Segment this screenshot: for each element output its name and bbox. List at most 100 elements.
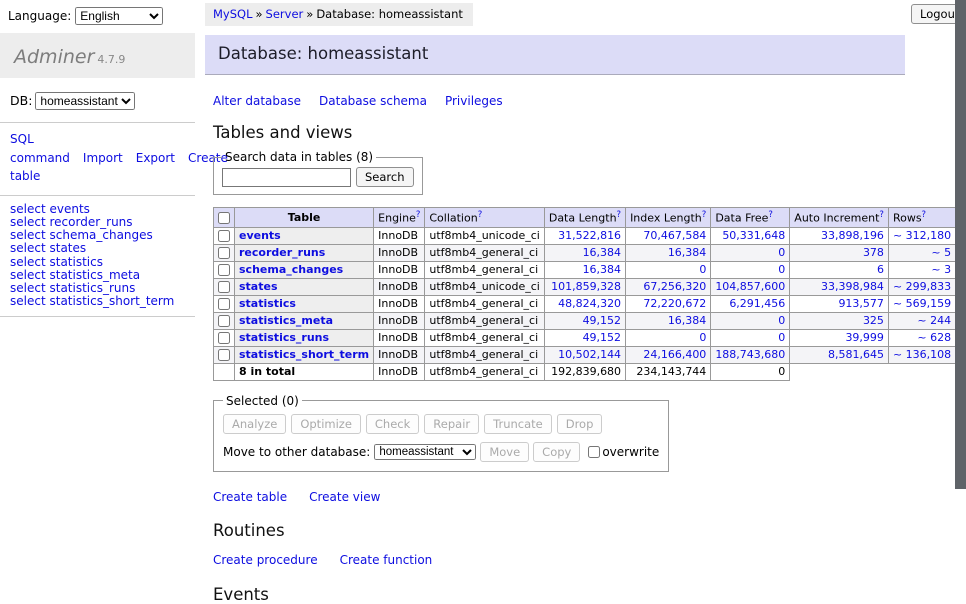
truncate-button[interactable]: Truncate <box>484 414 552 434</box>
auto-increment-link[interactable]: 378 <box>863 246 884 259</box>
auto-increment-link[interactable]: 39,999 <box>845 331 884 344</box>
data-length-link[interactable]: 10,502,144 <box>558 348 621 361</box>
sidebar-table-link-statistics_runs[interactable]: statistics_runs <box>49 281 135 295</box>
overwrite-checkbox[interactable] <box>588 446 600 458</box>
help-icon[interactable]: ? <box>879 210 884 220</box>
help-icon[interactable]: ? <box>702 210 707 220</box>
table-link-recorder_runs[interactable]: recorder_runs <box>239 246 325 259</box>
data-free-link[interactable]: 0 <box>778 331 785 344</box>
auto-increment-link[interactable]: 6 <box>877 263 884 276</box>
row-checkbox-statistics_runs[interactable] <box>218 332 230 344</box>
table-link-events[interactable]: events <box>239 229 281 242</box>
select-link[interactable]: select <box>10 215 46 229</box>
scrollbar[interactable] <box>955 0 966 543</box>
auto-increment-link[interactable]: 33,898,196 <box>821 229 884 242</box>
row-checkbox-schema_changes[interactable] <box>218 264 230 276</box>
data-free-link[interactable]: 50,331,648 <box>722 229 785 242</box>
sidebar-table-link-events[interactable]: events <box>49 202 89 216</box>
select-link[interactable]: select <box>10 268 46 282</box>
select-link[interactable]: select <box>10 294 46 308</box>
select-link[interactable]: select <box>10 202 46 216</box>
auto-increment-link[interactable]: 325 <box>863 314 884 327</box>
language-select[interactable]: English <box>75 7 163 25</box>
index-length-link[interactable]: 67,256,320 <box>643 280 706 293</box>
analyze-button[interactable]: Analyze <box>223 414 286 434</box>
auto-increment-link[interactable]: 8,581,645 <box>828 348 884 361</box>
rows-link[interactable]: ~ 136,108 <box>893 348 951 361</box>
row-checkbox-states[interactable] <box>218 281 230 293</box>
table-link-states[interactable]: states <box>239 280 278 293</box>
rows-link[interactable]: ~ 244 <box>917 314 951 327</box>
index-length-link[interactable]: 16,384 <box>668 246 707 259</box>
repair-button[interactable]: Repair <box>424 414 479 434</box>
help-icon[interactable]: ? <box>768 210 773 220</box>
data-length-link[interactable]: 16,384 <box>583 263 622 276</box>
sidebar-action-import[interactable]: Import <box>83 151 123 165</box>
data-free-link[interactable]: 0 <box>778 314 785 327</box>
index-length-link[interactable]: 0 <box>699 263 706 276</box>
table-link-statistics_meta[interactable]: statistics_meta <box>239 314 333 327</box>
breadcrumb-server[interactable]: Server <box>266 7 304 21</box>
data-free-link[interactable]: 188,743,680 <box>715 348 785 361</box>
sidebar-table-link-schema_changes[interactable]: schema_changes <box>49 228 152 242</box>
data-length-link[interactable]: 16,384 <box>583 246 622 259</box>
auto-increment-link[interactable]: 33,398,984 <box>821 280 884 293</box>
data-free-link[interactable]: 6,291,456 <box>729 297 785 310</box>
select-all-checkbox[interactable] <box>218 212 230 224</box>
row-checkbox-statistics[interactable] <box>218 298 230 310</box>
help-icon[interactable]: ? <box>617 210 622 220</box>
help-icon[interactable]: ? <box>922 210 927 220</box>
create-procedure-link[interactable]: Create procedure <box>213 553 318 567</box>
data-length-link[interactable]: 48,824,320 <box>558 297 621 310</box>
index-length-link[interactable]: 24,166,400 <box>643 348 706 361</box>
rows-link[interactable]: ~ 299,833 <box>893 280 951 293</box>
help-icon[interactable]: ? <box>478 210 483 220</box>
data-length-link[interactable]: 101,859,328 <box>551 280 621 293</box>
sidebar-table-link-states[interactable]: states <box>49 241 86 255</box>
select-link[interactable]: select <box>10 228 46 242</box>
check-button[interactable]: Check <box>366 414 419 434</box>
row-checkbox-statistics_short_term[interactable] <box>218 349 230 361</box>
search-button[interactable]: Search <box>356 167 414 187</box>
index-length-link[interactable]: 0 <box>699 331 706 344</box>
select-link[interactable]: select <box>10 241 46 255</box>
table-link-statistics[interactable]: statistics <box>239 297 296 310</box>
data-length-link[interactable]: 49,152 <box>583 331 622 344</box>
copy-button[interactable]: Copy <box>533 442 580 462</box>
drop-button[interactable]: Drop <box>557 414 603 434</box>
index-length-link[interactable]: 70,467,584 <box>643 229 706 242</box>
sidebar-table-link-statistics_meta[interactable]: statistics_meta <box>49 268 140 282</box>
index-length-link[interactable]: 16,384 <box>668 314 707 327</box>
sidebar-action-sql-command[interactable]: SQL command <box>10 132 70 165</box>
row-checkbox-recorder_runs[interactable] <box>218 247 230 259</box>
table-link-statistics_short_term[interactable]: statistics_short_term <box>239 348 369 361</box>
help-icon[interactable]: ? <box>416 210 421 220</box>
adminer-logo-text[interactable]: Adminer <box>14 46 94 68</box>
breadcrumb-mysql[interactable]: MySQL <box>213 7 253 21</box>
optimize-button[interactable]: Optimize <box>291 414 361 434</box>
data-length-link[interactable]: 49,152 <box>583 314 622 327</box>
create-view-link[interactable]: Create view <box>309 490 380 504</box>
data-length-link[interactable]: 31,522,816 <box>558 229 621 242</box>
create-table-link[interactable]: Create table <box>213 490 287 504</box>
rows-link[interactable]: ~ 628 <box>917 331 951 344</box>
row-checkbox-statistics_meta[interactable] <box>218 315 230 327</box>
select-link[interactable]: select <box>10 255 46 269</box>
alter-database-link[interactable]: Alter database <box>213 94 301 108</box>
data-free-link[interactable]: 0 <box>778 246 785 259</box>
sidebar-table-link-recorder_runs[interactable]: recorder_runs <box>49 215 132 229</box>
row-checkbox-events[interactable] <box>218 230 230 242</box>
sidebar-table-link-statistics_short_term[interactable]: statistics_short_term <box>49 294 174 308</box>
database-schema-link[interactable]: Database schema <box>319 94 427 108</box>
table-link-statistics_runs[interactable]: statistics_runs <box>239 331 329 344</box>
rows-link[interactable]: ~ 312,180 <box>893 229 951 242</box>
search-input[interactable] <box>222 168 351 187</box>
table-link-schema_changes[interactable]: schema_changes <box>239 263 343 276</box>
privileges-link[interactable]: Privileges <box>445 94 503 108</box>
sidebar-table-link-statistics[interactable]: statistics <box>49 255 103 269</box>
select-link[interactable]: select <box>10 281 46 295</box>
data-free-link[interactable]: 104,857,600 <box>715 280 785 293</box>
auto-increment-link[interactable]: 913,577 <box>838 297 884 310</box>
create-function-link[interactable]: Create function <box>340 553 433 567</box>
data-free-link[interactable]: 0 <box>778 263 785 276</box>
